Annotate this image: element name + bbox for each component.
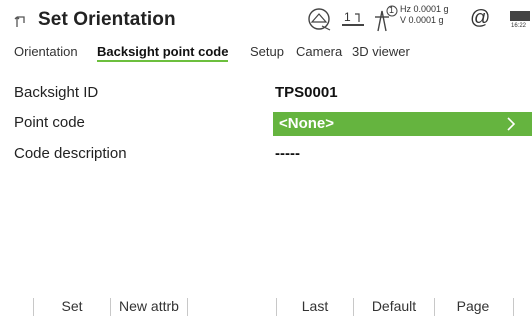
set-button[interactable]: Set	[34, 290, 110, 322]
layers-count: 1	[344, 10, 351, 24]
chevron-right-icon	[504, 117, 518, 131]
last-button[interactable]: Last	[277, 290, 353, 322]
tab-setup[interactable]: Setup	[250, 44, 284, 59]
tab-backsight-point-code[interactable]: Backsight point code	[97, 44, 229, 62]
title-bar: Set Orientation 1 1 Hz 0.0001 g V 0.0001…	[0, 0, 532, 40]
tab-3d-viewer[interactable]: 3D viewer	[352, 44, 410, 59]
tab-orientation[interactable]: Orientation	[14, 44, 78, 59]
backsight-id-row: Backsight ID TPS0001	[0, 80, 532, 106]
battery-icon[interactable]: 16:22	[509, 10, 532, 34]
backsight-id-label: Backsight ID	[14, 84, 99, 101]
at-icon[interactable]: @	[470, 7, 490, 41]
default-button[interactable]: Default	[354, 290, 434, 322]
code-description-label: Code description	[14, 145, 127, 162]
softkey-bar: Set New attrb Last Default Page	[0, 290, 532, 322]
page-title: Set Orientation	[38, 9, 176, 30]
empty-softkey[interactable]	[188, 290, 276, 322]
hz-readout: Hz 0.0001 g	[400, 4, 449, 14]
tab-bar: Orientation Backsight point code Setup C…	[0, 44, 532, 64]
backsight-id-value: TPS0001	[275, 84, 338, 101]
angle-readout: Hz 0.0001 g V 0.0001 g	[400, 4, 449, 38]
point-code-label: Point code	[14, 114, 85, 131]
point-code-row: Point code <None>	[0, 110, 532, 136]
code-description-value: -----	[275, 145, 300, 162]
new-attrb-button[interactable]: New attrb	[111, 290, 187, 322]
battery-time: 16:22	[511, 23, 527, 29]
softkey-separator	[513, 298, 514, 316]
tilt-count: 1	[389, 5, 395, 15]
layers-icon[interactable]: 1	[340, 10, 366, 44]
point-code-select[interactable]: <None>	[273, 112, 532, 136]
code-description-row: Code description -----	[0, 141, 532, 167]
tilt-sensor-icon[interactable]: 1	[372, 5, 398, 39]
point-code-value: <None>	[279, 115, 335, 132]
v-readout: V 0.0001 g	[400, 15, 444, 25]
tab-camera[interactable]: Camera	[296, 44, 342, 59]
prism-target-icon[interactable]	[306, 6, 334, 34]
page-button[interactable]: Page	[435, 290, 511, 322]
back-arrow-icon[interactable]	[14, 13, 30, 29]
